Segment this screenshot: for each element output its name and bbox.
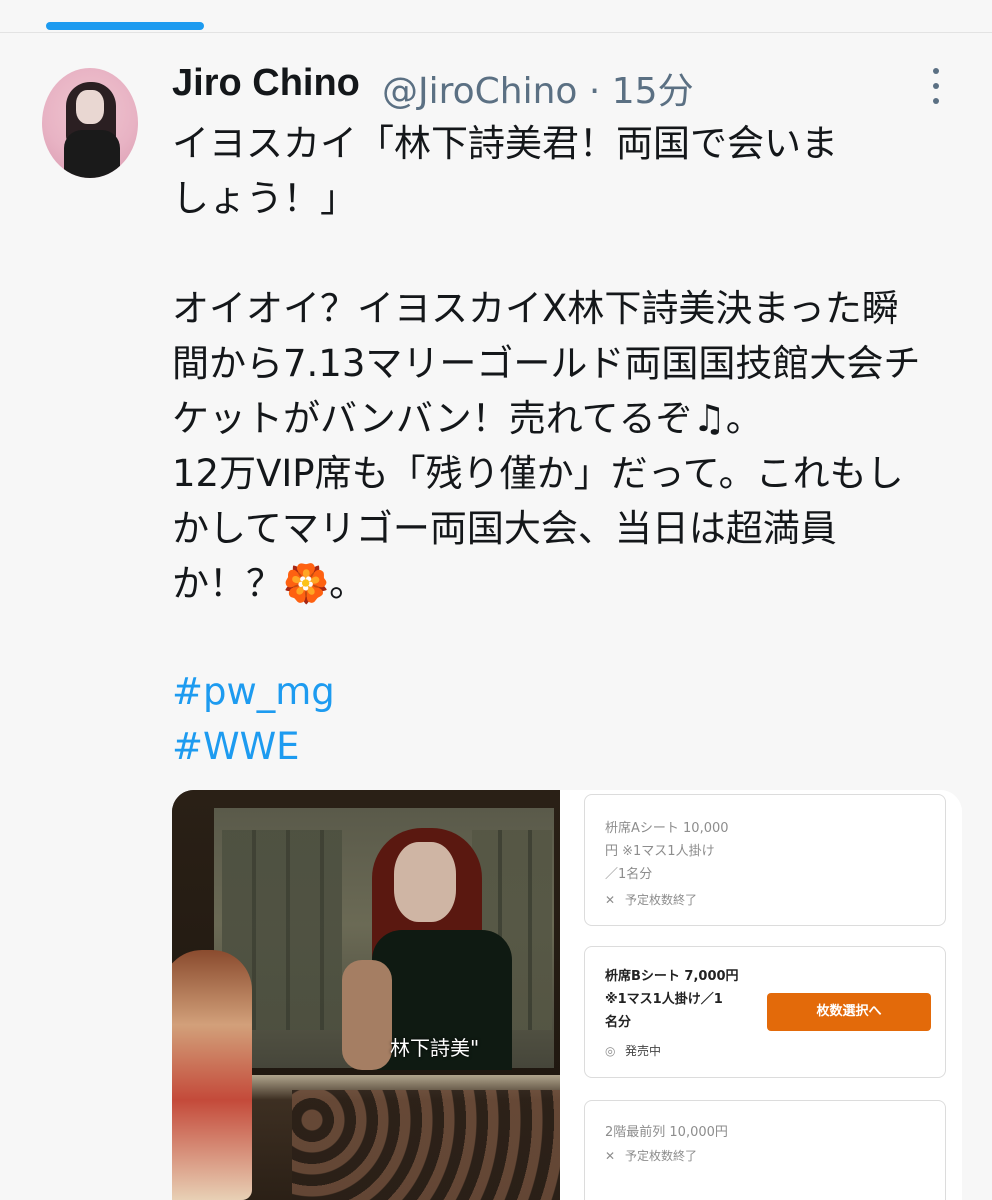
- active-tab-indicator: [46, 22, 204, 30]
- select-quantity-button[interactable]: 枚数選択へ: [767, 993, 931, 1031]
- ticket-name: 2階最前列 10,000円: [605, 1125, 728, 1140]
- author-name[interactable]: Jiro Chino: [172, 62, 360, 105]
- ticket-card: 枡席Bシート 7,000円 ※1マス1人掛け／1 名分 枚数選択へ ◎ 発売中: [584, 946, 946, 1078]
- hashtag-link[interactable]: #pw_mg: [172, 670, 335, 713]
- x-mark-icon: ✕: [605, 1149, 616, 1163]
- ticket-list-screenshot[interactable]: 枡席Aシート 10,000 円 ※1マス1人掛け ／1名分 ✕ 予定枚数終了 枡席…: [560, 790, 962, 1200]
- author-handle-time[interactable]: @JiroChino · 15分: [382, 62, 694, 114]
- foreground-wrestler: [172, 950, 252, 1200]
- ticket-card: 2階最前列 10,000円 ✕ 予定枚数終了: [584, 1100, 946, 1200]
- author-avatar[interactable]: [42, 68, 138, 178]
- ticket-status: ✕ 予定枚数終了: [605, 1149, 698, 1163]
- photo-caption: 林下詩美": [390, 1036, 480, 1060]
- ticket-card: 枡席Aシート 10,000 円 ※1マス1人掛け ／1名分 ✕ 予定枚数終了: [584, 794, 946, 926]
- tweet-media[interactable]: 林下詩美" 枡席Aシート 10,000 円 ※1マス1人掛け ／1名分 ✕ 予定枚…: [172, 790, 962, 1200]
- ticket-name: 枡席Aシート 10,000 円 ※1マス1人掛け ／1名分: [605, 821, 729, 882]
- ticket-status: ✕ 予定枚数終了: [605, 893, 698, 907]
- circle-icon: ◎: [605, 1044, 616, 1058]
- more-options-icon[interactable]: [922, 66, 950, 106]
- top-tab-bar: [0, 0, 992, 33]
- crowd: [292, 1090, 560, 1200]
- tweet-text: イヨスカイ「林下詩美君！両国で会いま しょう！」 オイオイ？イヨスカイX林下詩美…: [172, 122, 921, 605]
- hashtag-link[interactable]: #WWE: [172, 725, 300, 768]
- event-photo[interactable]: 林下詩美": [172, 790, 560, 1200]
- ticket-name: 枡席Bシート 7,000円 ※1マス1人掛け／1 名分: [605, 969, 739, 1030]
- x-mark-icon: ✕: [605, 893, 616, 907]
- ticket-status: ◎ 発売中: [605, 1044, 662, 1058]
